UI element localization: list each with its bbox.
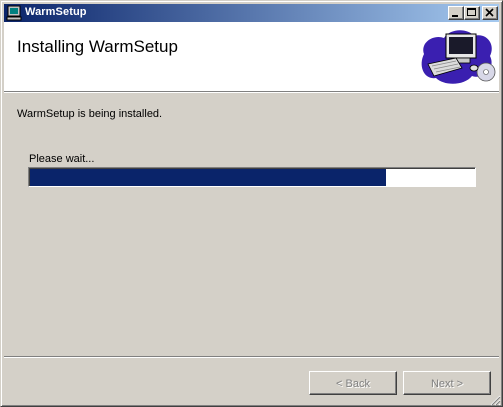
wait-label: Please wait... bbox=[29, 153, 95, 165]
status-text: WarmSetup is being installed. bbox=[17, 108, 163, 120]
minimize-icon bbox=[452, 15, 458, 17]
progress-fill bbox=[30, 169, 386, 186]
header-divider bbox=[4, 91, 499, 93]
next-button[interactable]: Next > bbox=[403, 371, 491, 395]
title-bar[interactable]: WarmSetup bbox=[4, 4, 499, 22]
maximize-icon bbox=[467, 8, 476, 16]
page-title: Installing WarmSetup bbox=[17, 37, 178, 56]
resize-grip-icon[interactable] bbox=[489, 394, 501, 406]
install-progress-bar bbox=[28, 167, 476, 187]
footer-divider bbox=[4, 356, 499, 358]
window-title: WarmSetup bbox=[25, 6, 87, 18]
installer-window: WarmSetup Installing WarmSetup WarmSetup… bbox=[0, 0, 503, 407]
setup-app-icon[interactable] bbox=[6, 5, 22, 21]
maximize-button[interactable] bbox=[464, 6, 480, 20]
close-button[interactable] bbox=[482, 6, 498, 20]
close-icon bbox=[485, 8, 494, 17]
header-banner: Installing WarmSetup bbox=[4, 22, 499, 91]
back-button[interactable]: < Back bbox=[309, 371, 397, 395]
computer-installation-icon bbox=[421, 30, 496, 84]
minimize-button[interactable] bbox=[448, 6, 464, 20]
